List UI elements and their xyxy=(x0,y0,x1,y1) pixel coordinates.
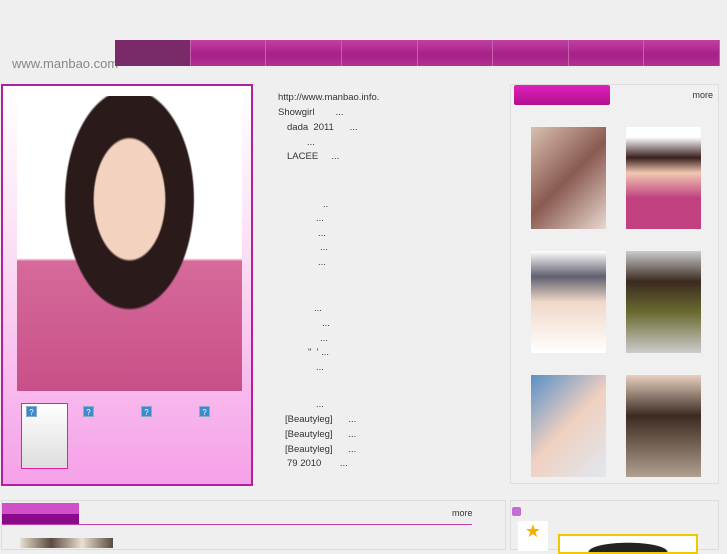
gallery-more-link[interactable]: more xyxy=(692,90,713,100)
gallery-photo[interactable] xyxy=(626,375,701,477)
nav-item[interactable] xyxy=(266,40,342,66)
news-list: http://www.manbao.info. Showgirl ... dada … xyxy=(278,92,498,472)
news-item[interactable]: [Beautyleg] ... xyxy=(285,429,356,440)
news-item[interactable]: ... xyxy=(320,333,328,344)
feature-slideshow: ? ? ? ? xyxy=(1,84,253,486)
gallery-photo[interactable] xyxy=(531,375,606,477)
gallery-photo[interactable] xyxy=(626,127,701,229)
divider xyxy=(2,524,472,525)
news-item[interactable]: ... xyxy=(318,257,326,268)
nav-item[interactable] xyxy=(493,40,569,66)
news-item[interactable]: .. xyxy=(323,199,328,210)
nav-item[interactable] xyxy=(569,40,645,66)
news-item[interactable]: " ' ... xyxy=(308,347,329,358)
news-item[interactable]: [Beautyleg] ... xyxy=(285,414,356,425)
thumbnail-icon[interactable]: ? xyxy=(199,406,210,417)
gallery-photo[interactable] xyxy=(626,251,701,353)
photo-gallery: more xyxy=(510,84,719,484)
news-item[interactable]: http://www.manbao.info. xyxy=(278,92,379,103)
heart-icon xyxy=(512,507,521,516)
news-item[interactable]: ... xyxy=(316,213,324,224)
news-item[interactable]: 79 2010 ... xyxy=(287,458,348,469)
nav-item[interactable] xyxy=(342,40,418,66)
gallery-tab[interactable] xyxy=(514,85,610,105)
news-item[interactable]: ... xyxy=(322,318,330,329)
ranking-section: ★ xyxy=(510,500,719,554)
news-item[interactable]: ... xyxy=(320,242,328,253)
news-item[interactable]: ... xyxy=(318,228,326,239)
bottom-section: more xyxy=(1,500,506,550)
thumbnail-icon[interactable]: ? xyxy=(83,406,94,417)
ranking-photo[interactable] xyxy=(558,534,698,554)
news-item[interactable]: ... xyxy=(316,399,324,410)
news-item[interactable]: dada 2011 ... xyxy=(287,122,358,133)
news-item[interactable]: ... xyxy=(307,137,315,148)
thumbnail-icon[interactable]: ? xyxy=(26,406,37,417)
nav-item[interactable] xyxy=(644,40,720,66)
section-more-link[interactable]: more xyxy=(452,508,473,518)
site-logo[interactable]: www.manbao.com xyxy=(12,56,118,71)
thumbnail-icon[interactable]: ? xyxy=(141,406,152,417)
star-icon: ★ xyxy=(518,521,548,551)
nav-item[interactable] xyxy=(418,40,494,66)
nav-item[interactable] xyxy=(191,40,267,66)
section-tab[interactable] xyxy=(2,503,79,525)
news-item[interactable]: ... xyxy=(314,303,322,314)
news-item[interactable]: ... xyxy=(316,362,324,373)
news-item[interactable]: Showgirl ... xyxy=(278,107,343,118)
gallery-photo[interactable] xyxy=(531,251,606,353)
main-nav xyxy=(115,40,720,66)
feature-photo[interactable] xyxy=(17,96,242,391)
section-photo[interactable] xyxy=(20,538,113,548)
news-item[interactable]: [Beautyleg] ... xyxy=(285,444,356,455)
gallery-photo[interactable] xyxy=(531,127,606,229)
nav-item[interactable] xyxy=(115,40,191,66)
news-item[interactable]: LACEE ... xyxy=(287,151,339,162)
